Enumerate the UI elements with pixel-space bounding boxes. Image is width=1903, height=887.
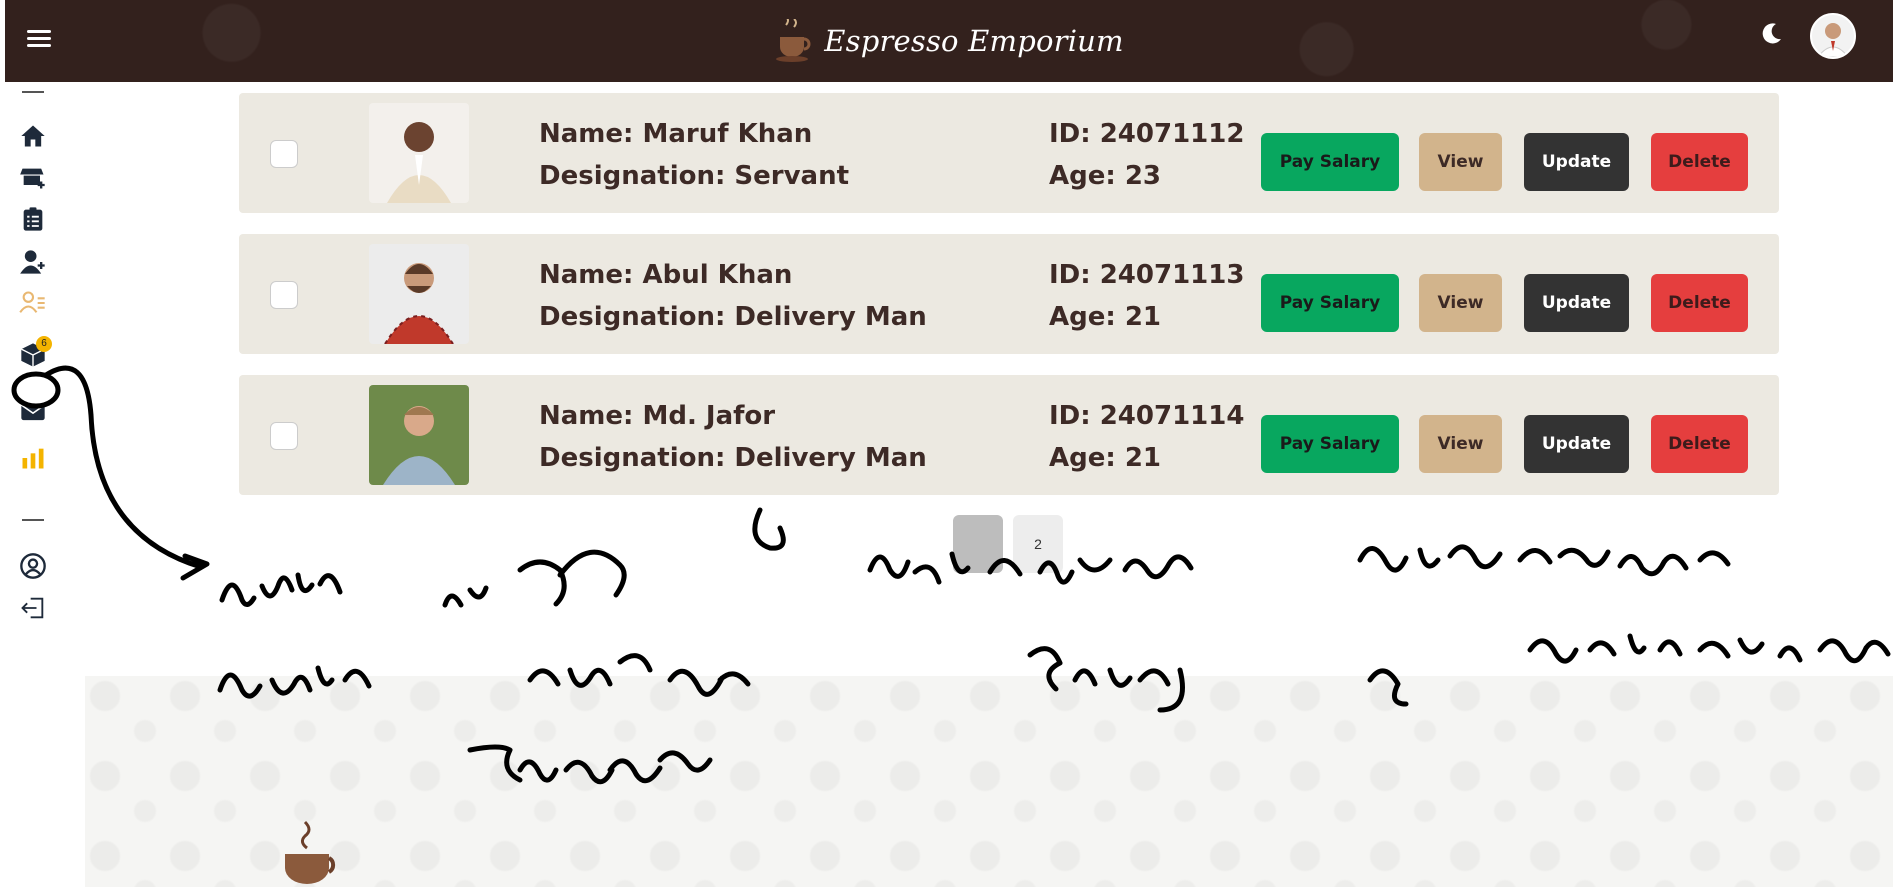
add-user-icon[interactable] xyxy=(19,248,47,276)
select-checkbox[interactable] xyxy=(270,422,298,450)
employee-designation: Designation: Delivery Man xyxy=(539,302,927,332)
employee-photo xyxy=(369,103,469,203)
employee-card: Name: Abul Khan Designation: Delivery Ma… xyxy=(239,234,1779,354)
home-icon[interactable] xyxy=(19,122,47,150)
employee-id: ID: 24071112 xyxy=(1049,119,1245,149)
coffee-logo-icon xyxy=(776,19,811,62)
top-navbar: Espresso Emporium xyxy=(5,0,1893,82)
add-store-icon[interactable] xyxy=(19,164,47,192)
employee-photo xyxy=(369,244,469,344)
bar-chart-icon[interactable] xyxy=(19,444,47,472)
logout-icon[interactable] xyxy=(19,594,47,622)
update-button[interactable]: Update xyxy=(1524,415,1629,473)
pay-salary-button[interactable]: Pay Salary xyxy=(1261,415,1399,473)
employee-name: Name: Md. Jafor xyxy=(539,401,776,431)
delete-button[interactable]: Delete xyxy=(1651,274,1748,332)
employee-age: Age: 21 xyxy=(1049,302,1161,332)
employee-photo xyxy=(369,385,469,485)
employee-id: ID: 24071114 xyxy=(1049,401,1245,431)
employee-designation: Designation: Delivery Man xyxy=(539,443,927,473)
employee-id-block: ID: 24071113 Age: 21 xyxy=(1049,254,1244,338)
sidebar-divider xyxy=(22,91,44,93)
employee-card: Name: Md. Jafor Designation: Delivery Ma… xyxy=(239,375,1779,495)
delete-button[interactable]: Delete xyxy=(1651,415,1748,473)
select-checkbox[interactable] xyxy=(270,140,298,168)
employee-name: Name: Maruf Khan xyxy=(539,119,813,149)
view-button[interactable]: View xyxy=(1419,415,1502,473)
sidebar-divider xyxy=(22,519,44,521)
employee-designation: Designation: Servant xyxy=(539,161,850,191)
employee-age: Age: 23 xyxy=(1049,161,1161,191)
pagination-page-2[interactable]: 2 xyxy=(1013,515,1063,573)
view-button[interactable]: View xyxy=(1419,133,1502,191)
sidebar: 6 xyxy=(5,82,85,887)
brand-title: Espresso Emporium xyxy=(824,24,1124,58)
update-button[interactable]: Update xyxy=(1524,274,1629,332)
employee-name-block: Name: Maruf Khan Designation: Servant xyxy=(539,113,849,197)
pay-salary-button[interactable]: Pay Salary xyxy=(1261,274,1399,332)
employee-name-block: Name: Abul Khan Designation: Delivery Ma… xyxy=(539,254,927,338)
update-button[interactable]: Update xyxy=(1524,133,1629,191)
moon-icon[interactable] xyxy=(1759,22,1783,46)
pay-salary-button[interactable]: Pay Salary xyxy=(1261,133,1399,191)
background-pattern xyxy=(85,676,1893,887)
user-list-icon[interactable] xyxy=(19,289,47,317)
employee-name: Name: Abul Khan xyxy=(539,260,793,290)
user-avatar[interactable] xyxy=(1810,13,1856,59)
select-checkbox[interactable] xyxy=(270,281,298,309)
employee-id-block: ID: 24071112 Age: 23 xyxy=(1049,113,1244,197)
pagination-page-1[interactable] xyxy=(953,515,1003,573)
employee-card: Name: Maruf Khan Designation: Servant ID… xyxy=(239,93,1779,213)
envelope-icon[interactable] xyxy=(19,398,47,426)
delete-button[interactable]: Delete xyxy=(1651,133,1748,191)
box-badge: 6 xyxy=(36,336,52,352)
employee-name-block: Name: Md. Jafor Designation: Delivery Ma… xyxy=(539,395,927,479)
employee-id-block: ID: 24071114 Age: 21 xyxy=(1049,395,1244,479)
employee-age: Age: 21 xyxy=(1049,443,1161,473)
brand[interactable]: Espresso Emporium xyxy=(774,19,1124,63)
clipboard-list-icon[interactable] xyxy=(19,205,47,233)
user-circle-icon[interactable] xyxy=(19,552,47,580)
hamburger-icon[interactable] xyxy=(27,26,51,48)
view-button[interactable]: View xyxy=(1419,274,1502,332)
employee-id: ID: 24071113 xyxy=(1049,260,1245,290)
coffee-cup-icon xyxy=(285,820,336,884)
